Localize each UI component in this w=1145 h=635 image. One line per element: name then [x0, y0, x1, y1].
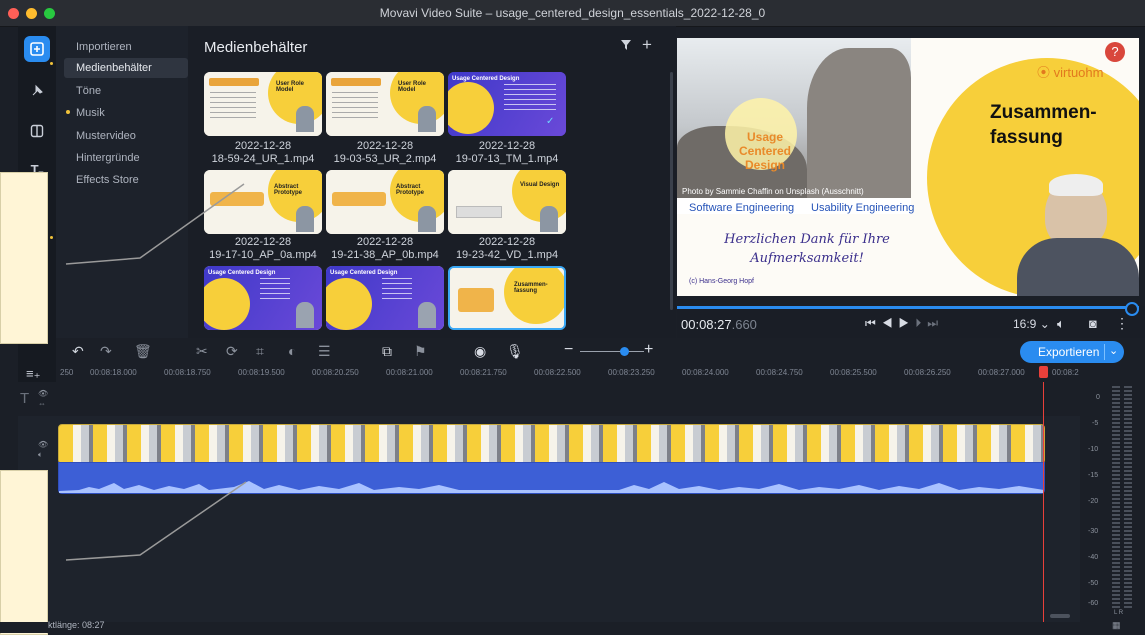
grid-icon[interactable]: ▦ [1112, 620, 1121, 631]
status-bar: ktlänge: 08:27 ▦ [0, 620, 1145, 633]
callout-leader-lines [65, 183, 247, 561]
project-length: ktlänge: 08:27 [48, 620, 105, 630]
